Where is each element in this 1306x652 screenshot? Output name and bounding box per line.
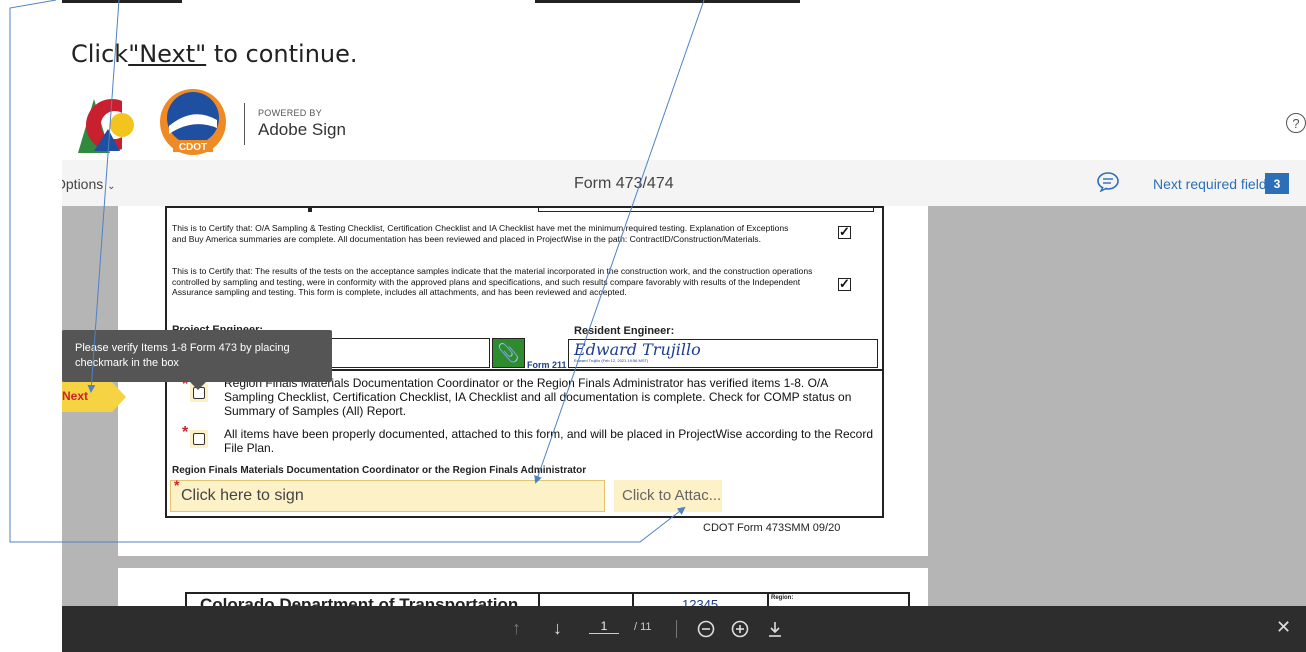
previous-page-arrow-icon[interactable]: ↑ bbox=[512, 618, 521, 639]
options-label: Options bbox=[62, 176, 104, 192]
close-icon[interactable]: ✕ bbox=[1276, 617, 1291, 638]
attach-field[interactable]: Click to Attac... bbox=[614, 480, 722, 512]
instruction-text: Click"Next" to continue. bbox=[71, 40, 358, 68]
signature-meta: Edward Trujillo (Feb 12, 2021 19:56 MST) bbox=[574, 358, 649, 363]
powered-by-label: POWERED BY bbox=[258, 108, 323, 118]
instruction-suffix: to continue. bbox=[206, 40, 358, 68]
certify-statement-1: This is to Certify that: O/A Sampling & … bbox=[172, 223, 789, 244]
instruction-next-link: "Next" bbox=[128, 40, 207, 68]
required-count-badge: 3 bbox=[1265, 173, 1289, 194]
region-finals-label: Region Finals Materials Documentation Co… bbox=[172, 465, 587, 476]
colorado-logo bbox=[78, 99, 134, 153]
chevron-down-icon: ⌄ bbox=[107, 181, 116, 192]
checkmark-icon: ✓ bbox=[839, 224, 850, 239]
page-2-title-clip: Colorado Department of Transportation bbox=[200, 592, 530, 606]
field-tooltip: Please verify Items 1-8 Form 473 by plac… bbox=[62, 330, 332, 382]
help-icon[interactable]: ? bbox=[1286, 113, 1306, 133]
top-underline-right bbox=[535, 0, 800, 3]
viewer-bottom-bar bbox=[62, 606, 1306, 652]
page-2-divider-1 bbox=[538, 592, 540, 606]
next-page-arrow-icon[interactable]: ↓ bbox=[553, 618, 562, 639]
zoom-in-icon[interactable] bbox=[731, 620, 749, 638]
checkmark-icon: ✓ bbox=[839, 276, 850, 291]
attachment-clip-icon[interactable]: 📎 bbox=[492, 338, 525, 368]
top-underline-left bbox=[62, 0, 182, 3]
previous-row-fragment bbox=[308, 206, 312, 212]
zoom-out-icon[interactable] bbox=[697, 620, 715, 638]
resident-engineer-signature: Edward Trujillo bbox=[574, 340, 701, 359]
certify-checkbox-2: ✓ bbox=[838, 276, 851, 291]
bottom-bar-separator bbox=[676, 620, 677, 638]
options-menu[interactable]: Options ⌄ bbox=[62, 176, 132, 192]
cdot-logo: CDOT bbox=[160, 89, 226, 155]
sign-placeholder: Click here to sign bbox=[181, 487, 304, 504]
download-icon[interactable] bbox=[766, 620, 784, 638]
comment-icon[interactable] bbox=[1097, 172, 1119, 192]
form-code-label: CDOT Form 473SMM 09/20 bbox=[703, 522, 841, 534]
item-2-text: All items have been properly documented,… bbox=[224, 427, 874, 455]
total-pages-label: / 11 bbox=[634, 621, 652, 633]
required-star-icon: * bbox=[174, 477, 180, 493]
certify-checkbox-1: ✓ bbox=[838, 224, 851, 239]
page-2-divider-3 bbox=[767, 592, 769, 606]
sign-here-field[interactable]: * Click here to sign bbox=[170, 477, 605, 512]
item-2-checkbox-wrapper[interactable] bbox=[190, 430, 208, 448]
help-symbol: ? bbox=[1292, 115, 1300, 131]
previous-row-box bbox=[538, 206, 874, 212]
document-title: Form 473/474 bbox=[574, 175, 674, 192]
required-star-icon: * bbox=[182, 424, 189, 441]
next-required-field-button[interactable]: Next required field bbox=[1153, 176, 1267, 192]
next-tag-button[interactable]: Next bbox=[62, 389, 88, 403]
page-2-contract-value: 12345 bbox=[682, 597, 719, 606]
document-toolbar bbox=[62, 160, 1306, 207]
tooltip-tail bbox=[190, 382, 206, 390]
instruction-prefix: Click bbox=[71, 40, 129, 68]
item-2-checkbox[interactable] bbox=[193, 433, 205, 445]
adobe-sign-brand: Adobe Sign bbox=[258, 120, 346, 139]
resident-engineer-label: Resident Engineer: bbox=[574, 325, 675, 337]
page-2-title: Colorado Department of Transportation bbox=[200, 595, 519, 606]
page-2-value-clip: 12345 bbox=[682, 592, 742, 606]
cdot-logo-text: CDOT bbox=[179, 142, 207, 153]
item-1-text: Region Finals Materials Documentation Co… bbox=[224, 376, 852, 418]
certify-statement-2: This is to Certify that: The results of … bbox=[172, 266, 813, 297]
page-2-divider-2 bbox=[632, 592, 634, 606]
logo-divider bbox=[244, 103, 245, 145]
page-number-input[interactable]: 1 bbox=[589, 619, 619, 634]
page-2-region-label: Region: bbox=[771, 595, 794, 601]
